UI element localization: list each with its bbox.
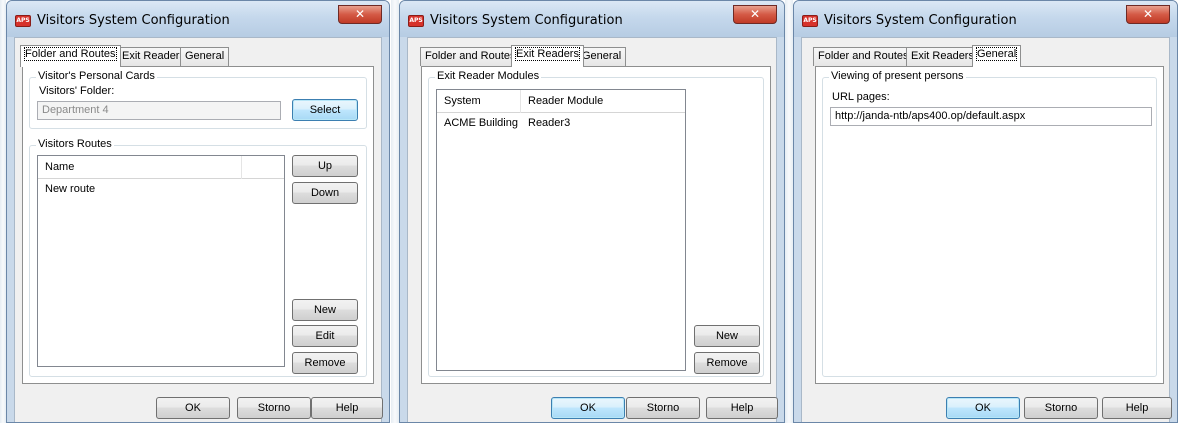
tab-general[interactable]: General: [972, 45, 1022, 67]
title-bar[interactable]: APS Visitors System Configuration ✕: [400, 1, 784, 37]
route-name: New route: [45, 183, 96, 195]
tab-page-general: Viewing of present persons URL pages: ht…: [815, 66, 1164, 384]
dialog-client-area: Folder and Routes Exit Readers General V…: [801, 37, 1172, 422]
ok-button[interactable]: OK: [946, 397, 1020, 419]
tab-folder-and-routes[interactable]: Folder and Routes: [813, 47, 914, 66]
title-bar[interactable]: APS Visitors System Configuration ✕: [794, 1, 1177, 37]
window-title: Visitors System Configuration: [37, 13, 230, 28]
up-button[interactable]: Up: [292, 155, 358, 177]
cancel-button[interactable]: Storno: [626, 397, 700, 419]
tab-general[interactable]: General: [577, 47, 627, 66]
url-pages-label: URL pages:: [832, 91, 890, 103]
exit-readers-list[interactable]: System Reader Module ACME Building Reade…: [436, 89, 686, 371]
title-bar[interactable]: APS Visitors System Configuration ✕: [7, 1, 389, 37]
remove-button[interactable]: Remove: [292, 352, 358, 374]
app-icon: APS: [802, 15, 818, 27]
close-button[interactable]: ✕: [338, 5, 382, 24]
visitors-folder-field: Department 4: [37, 101, 281, 120]
exit-readers-list-header: System Reader Module: [437, 90, 685, 113]
column-header-name[interactable]: Name: [38, 156, 242, 179]
list-item[interactable]: New route: [38, 181, 284, 198]
url-pages-input[interactable]: http://janda-ntb/aps400.op/default.aspx: [830, 107, 1152, 126]
routes-list-header: Name: [38, 156, 284, 179]
background-strip: [391, 0, 399, 423]
group-title: Exit Reader Modules: [435, 70, 542, 82]
group-title: Visitor's Personal Cards: [36, 70, 157, 82]
new-button[interactable]: New: [694, 325, 760, 347]
group-title: Viewing of present persons: [829, 70, 966, 82]
window-title: Visitors System Configuration: [824, 13, 1017, 28]
tab-page-folder-and-routes: Visitor's Personal Cards Visitors' Folde…: [22, 66, 374, 384]
help-button[interactable]: Help: [706, 397, 778, 419]
help-button[interactable]: Help: [1102, 397, 1172, 419]
close-button[interactable]: ✕: [733, 5, 777, 24]
routes-list[interactable]: Name New route: [37, 155, 285, 367]
dialog-general: APS Visitors System Configuration ✕ Fold…: [793, 0, 1178, 423]
tab-exit-readers[interactable]: Exit Readers: [906, 47, 979, 66]
column-header-system[interactable]: System: [437, 90, 521, 113]
column-header-reader-module[interactable]: Reader Module: [521, 90, 685, 113]
dialog-folder-and-routes: APS Visitors System Configuration ✕ Fold…: [6, 0, 390, 423]
tab-general[interactable]: General: [180, 47, 230, 66]
close-button[interactable]: ✕: [1126, 5, 1170, 24]
ok-button[interactable]: OK: [156, 397, 230, 419]
tab-folder-and-routes[interactable]: Folder and Routes: [20, 45, 121, 67]
cancel-button[interactable]: Storno: [237, 397, 311, 419]
column-header-blank[interactable]: [242, 156, 284, 179]
help-button[interactable]: Help: [311, 397, 383, 419]
tab-page-exit-readers: Exit Reader Modules System Reader Module…: [421, 66, 771, 384]
tab-folder-and-routes[interactable]: Folder and Routes: [420, 47, 521, 66]
system-cell: ACME Building: [444, 117, 518, 129]
edit-button[interactable]: Edit: [292, 325, 358, 347]
background-strip: [785, 0, 793, 423]
dialog-client-area: Folder and Routes Exit Readers General V…: [14, 37, 383, 422]
table-row[interactable]: ACME Building Reader3: [437, 115, 685, 132]
dialog-exit-readers: APS Visitors System Configuration ✕ Fold…: [399, 0, 785, 423]
reader-module-cell: Reader3: [528, 117, 571, 129]
window-title: Visitors System Configuration: [430, 13, 623, 28]
select-button[interactable]: Select: [292, 99, 358, 121]
ok-button[interactable]: OK: [551, 397, 625, 419]
new-button[interactable]: New: [292, 299, 358, 321]
group-title: Visitors Routes: [36, 138, 114, 150]
remove-button[interactable]: Remove: [694, 352, 760, 374]
cancel-button[interactable]: Storno: [1024, 397, 1098, 419]
down-button[interactable]: Down: [292, 182, 358, 204]
tab-exit-readers[interactable]: Exit Readers: [511, 45, 584, 67]
dialog-client-area: Folder and Routes Exit Readers General E…: [407, 37, 778, 422]
visitors-folder-label: Visitors' Folder:: [39, 85, 115, 97]
app-icon: APS: [408, 15, 424, 27]
app-icon: APS: [15, 15, 31, 27]
